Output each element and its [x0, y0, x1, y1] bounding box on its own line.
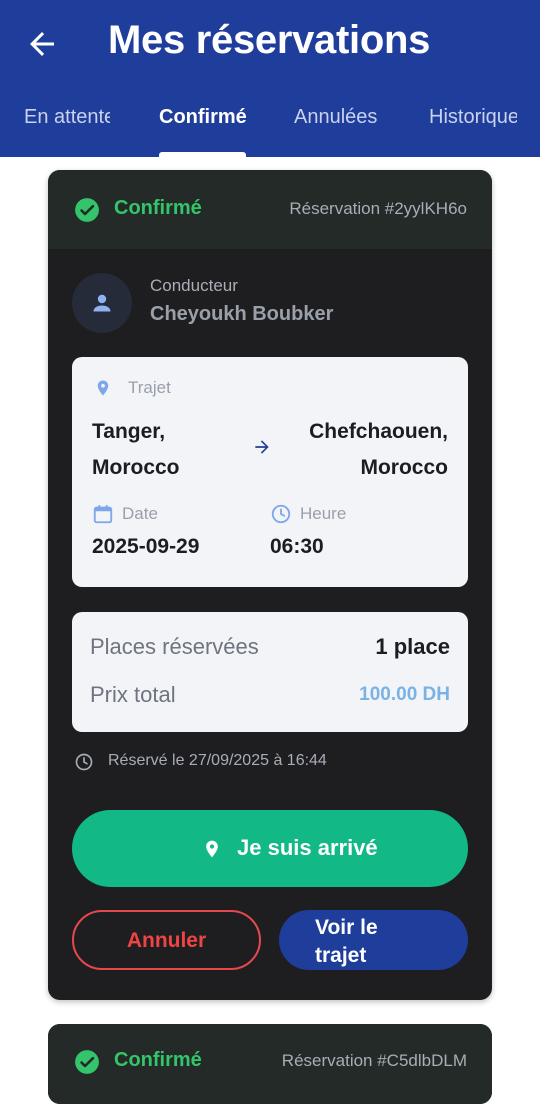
tab-historique[interactable]: Historique: [429, 102, 517, 132]
destination-line-2: Morocco: [360, 456, 448, 479]
card-header: Confirmé Réservation #2yylKH6o: [48, 170, 492, 249]
page-title: Mes réservations: [108, 18, 431, 62]
view-route-button-label: Voir le trajet: [315, 916, 378, 967]
check-circle-icon: [75, 198, 99, 222]
driver-name: Cheyoukh Boubker: [150, 303, 334, 325]
location-pin-icon: [206, 840, 218, 858]
departure-line-1: Tanger,: [92, 420, 166, 443]
date-label: Date: [122, 504, 158, 523]
departure-city: Tanger, Morocco: [92, 414, 180, 486]
check-circle-icon: [75, 1050, 99, 1074]
cancel-button-label: Annuler: [126, 929, 207, 952]
departure-line-2: Morocco: [92, 456, 180, 479]
app-bar: Mes réservations En attente Confirmé Ann…: [0, 0, 540, 157]
price-summary: Places réservées 1 place Prix total 100.…: [72, 612, 468, 732]
reservation-card: Confirmé Réservation #2yylKH6o Conducteu…: [48, 170, 492, 1000]
clock-icon: [271, 504, 291, 524]
arrived-button-label: Je suis arrivé: [237, 835, 378, 860]
calendar-icon: [93, 504, 113, 524]
seats-label: Places réservées: [90, 634, 259, 659]
clock-icon: [75, 753, 93, 771]
arrived-button[interactable]: Je suis arrivé: [72, 810, 468, 887]
driver-label: Conducteur: [150, 276, 238, 295]
total-price-value: 100.00 DH: [359, 684, 450, 705]
back-button[interactable]: [24, 26, 60, 62]
reservation-id: Réservation #2yylKH6o: [289, 199, 467, 218]
date-value: 2025-09-29: [92, 535, 200, 558]
location-pin-icon: [97, 380, 109, 396]
trip-label: Trajet: [128, 378, 171, 397]
reservation-card-next[interactable]: Confirmé Réservation #C5dlbDLM: [48, 1024, 492, 1104]
total-price-label: Prix total: [90, 682, 176, 707]
arrow-right-icon: [255, 440, 269, 454]
person-icon: [93, 294, 111, 312]
destination-line-1: Chefchaouen,: [309, 420, 448, 443]
arrow-left-icon: [30, 32, 54, 56]
trip-details: Trajet Tanger, Morocco Chefchaouen, Moro…: [72, 357, 468, 587]
avatar: [72, 273, 132, 333]
seats-value: 1 place: [375, 634, 450, 659]
view-route-button[interactable]: Voir le trajet: [279, 910, 468, 970]
time-label: Heure: [300, 504, 347, 523]
tab-annulees[interactable]: Annulées: [294, 102, 381, 132]
destination-city: Chefchaouen, Morocco: [309, 414, 448, 486]
cancel-button[interactable]: Annuler: [72, 910, 261, 970]
time-value: 06:30: [270, 535, 324, 558]
tab-bar: En attente Confirmé Annulées Historique: [0, 92, 540, 157]
tab-en-attente[interactable]: En attente: [24, 102, 110, 132]
tab-indicator: [159, 152, 246, 157]
booked-at: Réservé le 27/09/2025 à 16:44: [108, 752, 327, 769]
card-header: Confirmé Réservation #C5dlbDLM: [48, 1024, 492, 1104]
reservation-id: Réservation #C5dlbDLM: [281, 1051, 467, 1070]
tab-confirme[interactable]: Confirmé: [159, 102, 246, 132]
status-label: Confirmé: [114, 197, 202, 219]
status-label: Confirmé: [114, 1049, 202, 1071]
